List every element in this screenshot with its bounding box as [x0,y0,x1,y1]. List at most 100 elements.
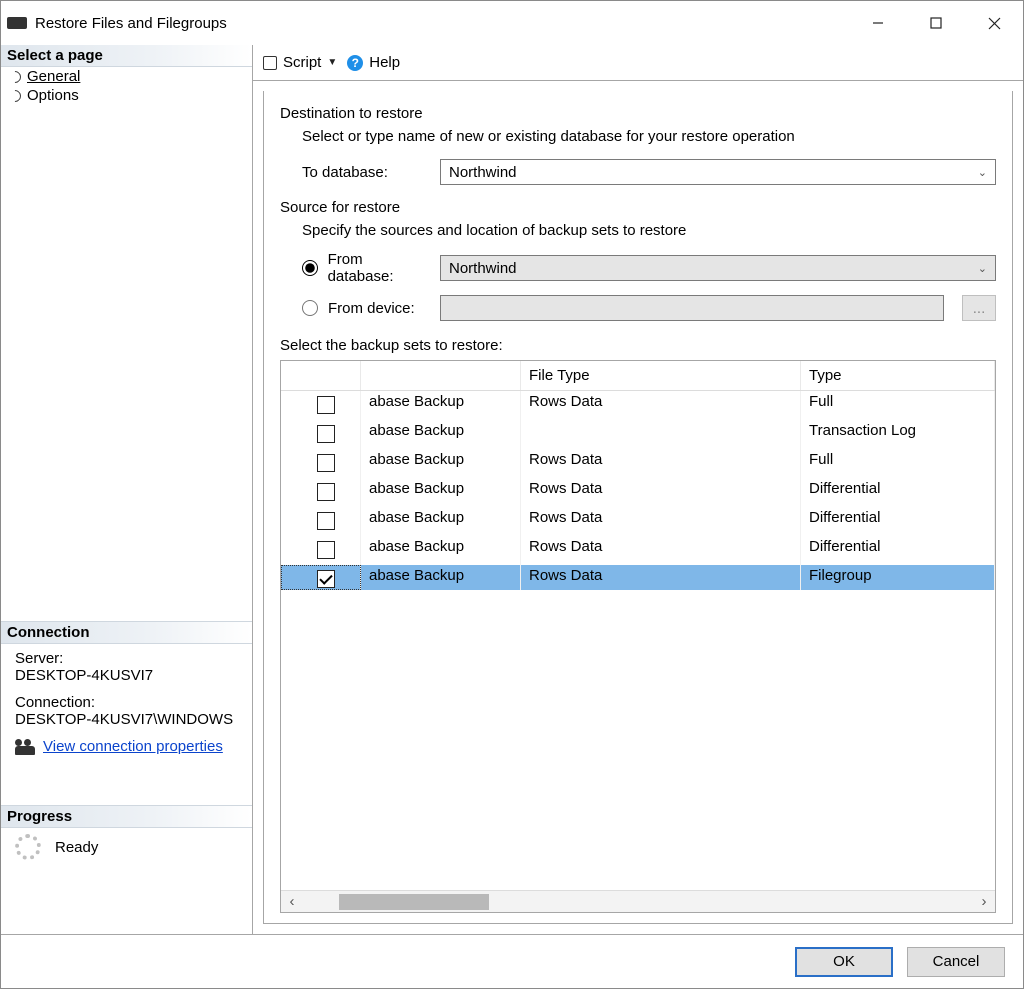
people-icon [15,739,35,755]
from-database-value: Northwind [449,260,517,277]
window-controls [849,1,1023,45]
cell-name: abase Backup [361,507,521,536]
cell-file-type: Rows Data [521,507,801,536]
source-subtitle: Specify the sources and location of back… [302,222,996,239]
cell-type: Full [801,391,995,420]
sidebar-item-options[interactable]: Options [5,86,252,105]
help-label: Help [369,54,400,71]
from-database-label: From database: [328,251,430,285]
cell-file-type: Rows Data [521,536,801,565]
chevron-down-icon: ⌄ [978,166,987,179]
from-database-combo[interactable]: Northwind ⌄ [440,255,996,281]
app-icon [7,17,27,29]
table-row[interactable]: abase BackupRows DataDifferential [281,507,995,536]
scroll-right-icon[interactable]: › [973,893,995,910]
col-name[interactable] [361,361,521,390]
sidebar-connection-header: Connection [1,621,252,644]
help-icon: ? [347,55,363,71]
connection-label: Connection: [15,694,242,711]
view-connection-properties-link[interactable]: View connection properties [43,738,223,755]
cell-type: Full [801,449,995,478]
restore-checkbox[interactable] [317,454,335,472]
server-label: Server: [15,650,242,667]
ok-button[interactable]: OK [795,947,893,977]
script-icon [263,56,277,70]
restore-checkbox[interactable] [317,512,335,530]
from-device-radio[interactable] [302,300,318,316]
maximize-button[interactable] [907,1,965,45]
table-row[interactable]: abase BackupRows DataFull [281,449,995,478]
cancel-button[interactable]: Cancel [907,947,1005,977]
table-row[interactable]: abase BackupRows DataFull [281,391,995,420]
progress-block: Ready [1,828,252,874]
grid-hscrollbar[interactable]: ‹ › [281,890,995,912]
content-panel: Destination to restore Select or type na… [263,91,1013,924]
window: Restore Files and Filegroups Select a pa… [0,0,1024,989]
grid-header: File Type Type [281,361,995,391]
chevron-down-icon: ⌄ [978,262,987,275]
cell-type: Transaction Log [801,420,995,449]
cell-file-type: Rows Data [521,565,801,590]
cell-name: abase Backup [361,420,521,449]
to-database-label: To database: [302,164,430,181]
to-database-combo[interactable]: Northwind ⌄ [440,159,996,185]
restore-checkbox[interactable] [317,425,335,443]
wrench-icon [7,87,24,104]
cell-name: abase Backup [361,536,521,565]
col-file-type[interactable]: File Type [521,361,801,390]
from-device-label: From device: [328,300,415,317]
table-row[interactable]: abase BackupRows DataFilegroup [281,565,995,590]
cell-type: Filegroup [801,565,995,590]
cell-type: Differential [801,507,995,536]
table-row[interactable]: abase Backup Transaction Log [281,420,995,449]
restore-checkbox[interactable] [317,570,335,588]
scroll-track[interactable] [303,891,973,912]
sidebar-item-label: Options [27,87,79,104]
restore-checkbox[interactable] [317,396,335,414]
ok-label: OK [833,953,855,970]
table-row[interactable]: abase BackupRows DataDifferential [281,536,995,565]
col-type[interactable]: Type [801,361,995,390]
close-icon [988,17,1001,30]
connection-info: Server: DESKTOP-4KUSVI7 Connection: DESK… [1,644,252,765]
script-button[interactable]: Script ▼ [263,54,337,71]
body: Select a page General Options Connection… [1,45,1023,934]
backup-sets-grid: File Type Type abase BackupRows DataFull… [280,360,996,913]
minimize-button[interactable] [849,1,907,45]
from-device-path [440,295,944,321]
ellipsis-icon: ... [973,300,986,317]
cell-type: Differential [801,478,995,507]
grid-body: abase BackupRows DataFullabase BackupTra… [281,391,995,890]
browse-device-button[interactable]: ... [962,295,996,321]
toolbar: Script ▼ ? Help [253,45,1023,81]
sidebar-pages-header: Select a page [1,45,252,67]
progress-status: Ready [55,839,98,856]
help-button[interactable]: ? Help [347,54,400,71]
sidebar-item-general[interactable]: General [5,67,252,86]
col-restore[interactable] [281,361,361,390]
chevron-down-icon: ▼ [327,57,337,68]
restore-checkbox[interactable] [317,541,335,559]
cell-name: abase Backup [361,478,521,507]
cell-name: abase Backup [361,565,521,590]
restore-checkbox[interactable] [317,483,335,501]
destination-subtitle: Select or type name of new or existing d… [302,128,996,145]
progress-spinner-icon [15,834,41,860]
destination-title: Destination to restore [280,105,996,122]
scroll-left-icon[interactable]: ‹ [281,893,303,910]
scroll-thumb[interactable] [339,894,489,910]
from-database-radio[interactable] [302,260,318,276]
main: Script ▼ ? Help Destination to restore S… [253,45,1023,934]
footer: OK Cancel [1,934,1023,988]
close-button[interactable] [965,1,1023,45]
table-row[interactable]: abase BackupRows DataDifferential [281,478,995,507]
cell-type: Differential [801,536,995,565]
cell-name: abase Backup [361,449,521,478]
to-database-value: Northwind [449,164,517,181]
cell-file-type: Rows Data [521,449,801,478]
sidebar: Select a page General Options Connection… [1,45,253,934]
cell-name: abase Backup [361,391,521,420]
cancel-label: Cancel [933,953,980,970]
server-value: DESKTOP-4KUSVI7 [15,667,242,684]
cell-file-type [521,420,801,449]
